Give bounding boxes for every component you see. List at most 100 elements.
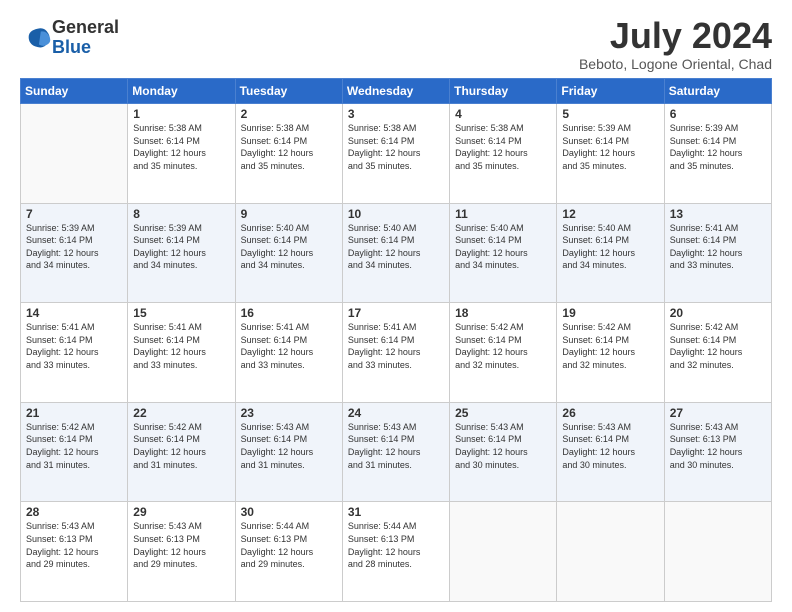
- day-info: Sunrise: 5:43 AM Sunset: 6:13 PM Dayligh…: [670, 421, 766, 471]
- day-info: Sunrise: 5:41 AM Sunset: 6:14 PM Dayligh…: [26, 321, 122, 371]
- calendar-cell: 9Sunrise: 5:40 AM Sunset: 6:14 PM Daylig…: [235, 203, 342, 303]
- calendar-cell: 5Sunrise: 5:39 AM Sunset: 6:14 PM Daylig…: [557, 104, 664, 204]
- day-info: Sunrise: 5:40 AM Sunset: 6:14 PM Dayligh…: [455, 222, 551, 272]
- header: General Blue July 2024 Beboto, Logone Or…: [20, 18, 772, 72]
- day-number: 26: [562, 406, 658, 420]
- day-number: 27: [670, 406, 766, 420]
- day-number: 23: [241, 406, 337, 420]
- calendar-cell: 18Sunrise: 5:42 AM Sunset: 6:14 PM Dayli…: [450, 303, 557, 403]
- calendar-cell: 8Sunrise: 5:39 AM Sunset: 6:14 PM Daylig…: [128, 203, 235, 303]
- calendar-cell: 17Sunrise: 5:41 AM Sunset: 6:14 PM Dayli…: [342, 303, 449, 403]
- calendar-cell: 14Sunrise: 5:41 AM Sunset: 6:14 PM Dayli…: [21, 303, 128, 403]
- day-number: 25: [455, 406, 551, 420]
- calendar-cell: 26Sunrise: 5:43 AM Sunset: 6:14 PM Dayli…: [557, 402, 664, 502]
- day-number: 24: [348, 406, 444, 420]
- day-info: Sunrise: 5:43 AM Sunset: 6:14 PM Dayligh…: [455, 421, 551, 471]
- calendar-cell: 15Sunrise: 5:41 AM Sunset: 6:14 PM Dayli…: [128, 303, 235, 403]
- calendar-cell: 1Sunrise: 5:38 AM Sunset: 6:14 PM Daylig…: [128, 104, 235, 204]
- logo-text: General Blue: [52, 18, 119, 58]
- day-info: Sunrise: 5:40 AM Sunset: 6:14 PM Dayligh…: [562, 222, 658, 272]
- day-info: Sunrise: 5:42 AM Sunset: 6:14 PM Dayligh…: [26, 421, 122, 471]
- calendar-cell: 21Sunrise: 5:42 AM Sunset: 6:14 PM Dayli…: [21, 402, 128, 502]
- day-number: 19: [562, 306, 658, 320]
- day-number: 13: [670, 207, 766, 221]
- calendar-cell: 13Sunrise: 5:41 AM Sunset: 6:14 PM Dayli…: [664, 203, 771, 303]
- calendar-week-row: 14Sunrise: 5:41 AM Sunset: 6:14 PM Dayli…: [21, 303, 772, 403]
- day-number: 3: [348, 107, 444, 121]
- day-number: 29: [133, 505, 229, 519]
- calendar-cell: 12Sunrise: 5:40 AM Sunset: 6:14 PM Dayli…: [557, 203, 664, 303]
- day-info: Sunrise: 5:38 AM Sunset: 6:14 PM Dayligh…: [455, 122, 551, 172]
- calendar-week-row: 7Sunrise: 5:39 AM Sunset: 6:14 PM Daylig…: [21, 203, 772, 303]
- calendar-cell: [557, 502, 664, 602]
- calendar-cell: 22Sunrise: 5:42 AM Sunset: 6:14 PM Dayli…: [128, 402, 235, 502]
- calendar-header-row: SundayMondayTuesdayWednesdayThursdayFrid…: [21, 79, 772, 104]
- page: General Blue July 2024 Beboto, Logone Or…: [0, 0, 792, 612]
- day-info: Sunrise: 5:44 AM Sunset: 6:13 PM Dayligh…: [241, 520, 337, 570]
- logo-icon: [24, 24, 52, 52]
- day-number: 22: [133, 406, 229, 420]
- day-header-wednesday: Wednesday: [342, 79, 449, 104]
- day-number: 11: [455, 207, 551, 221]
- calendar-cell: 4Sunrise: 5:38 AM Sunset: 6:14 PM Daylig…: [450, 104, 557, 204]
- calendar-cell: 16Sunrise: 5:41 AM Sunset: 6:14 PM Dayli…: [235, 303, 342, 403]
- calendar-cell: 20Sunrise: 5:42 AM Sunset: 6:14 PM Dayli…: [664, 303, 771, 403]
- day-info: Sunrise: 5:43 AM Sunset: 6:14 PM Dayligh…: [562, 421, 658, 471]
- day-info: Sunrise: 5:39 AM Sunset: 6:14 PM Dayligh…: [562, 122, 658, 172]
- day-number: 20: [670, 306, 766, 320]
- calendar-cell: 23Sunrise: 5:43 AM Sunset: 6:14 PM Dayli…: [235, 402, 342, 502]
- calendar-cell: 2Sunrise: 5:38 AM Sunset: 6:14 PM Daylig…: [235, 104, 342, 204]
- day-info: Sunrise: 5:41 AM Sunset: 6:14 PM Dayligh…: [133, 321, 229, 371]
- day-number: 2: [241, 107, 337, 121]
- calendar-cell: 29Sunrise: 5:43 AM Sunset: 6:13 PM Dayli…: [128, 502, 235, 602]
- calendar-cell: 3Sunrise: 5:38 AM Sunset: 6:14 PM Daylig…: [342, 104, 449, 204]
- logo: General Blue: [20, 18, 119, 58]
- day-info: Sunrise: 5:39 AM Sunset: 6:14 PM Dayligh…: [26, 222, 122, 272]
- calendar-week-row: 21Sunrise: 5:42 AM Sunset: 6:14 PM Dayli…: [21, 402, 772, 502]
- day-info: Sunrise: 5:42 AM Sunset: 6:14 PM Dayligh…: [670, 321, 766, 371]
- day-number: 14: [26, 306, 122, 320]
- day-header-monday: Monday: [128, 79, 235, 104]
- day-info: Sunrise: 5:42 AM Sunset: 6:14 PM Dayligh…: [455, 321, 551, 371]
- calendar-cell: [450, 502, 557, 602]
- day-header-friday: Friday: [557, 79, 664, 104]
- day-number: 15: [133, 306, 229, 320]
- day-number: 6: [670, 107, 766, 121]
- day-info: Sunrise: 5:38 AM Sunset: 6:14 PM Dayligh…: [241, 122, 337, 172]
- day-number: 31: [348, 505, 444, 519]
- day-info: Sunrise: 5:40 AM Sunset: 6:14 PM Dayligh…: [348, 222, 444, 272]
- logo-blue: Blue: [52, 38, 119, 58]
- calendar-week-row: 1 Sunrise: 5:38 AM Sunset: 6:14 PM Daylig…: [21, 104, 772, 204]
- month-title: July 2024: [579, 18, 772, 54]
- day-header-saturday: Saturday: [664, 79, 771, 104]
- calendar-cell: 24Sunrise: 5:43 AM Sunset: 6:14 PM Dayli…: [342, 402, 449, 502]
- calendar-cell: 28Sunrise: 5:43 AM Sunset: 6:13 PM Dayli…: [21, 502, 128, 602]
- calendar: SundayMondayTuesdayWednesdayThursdayFrid…: [20, 78, 772, 602]
- day-info: Sunrise: 5:43 AM Sunset: 6:13 PM Dayligh…: [26, 520, 122, 570]
- day-info: Sunrise: 5:38 AM Sunset: 6:14 PM Dayligh…: [348, 122, 444, 172]
- calendar-week-row: 28Sunrise: 5:43 AM Sunset: 6:13 PM Dayli…: [21, 502, 772, 602]
- day-info: Sunrise: 5:41 AM Sunset: 6:14 PM Dayligh…: [241, 321, 337, 371]
- calendar-cell: 27Sunrise: 5:43 AM Sunset: 6:13 PM Dayli…: [664, 402, 771, 502]
- day-header-thursday: Thursday: [450, 79, 557, 104]
- calendar-cell: 25Sunrise: 5:43 AM Sunset: 6:14 PM Dayli…: [450, 402, 557, 502]
- day-info: Sunrise: 5:41 AM Sunset: 6:14 PM Dayligh…: [670, 222, 766, 272]
- calendar-cell: 11Sunrise: 5:40 AM Sunset: 6:14 PM Dayli…: [450, 203, 557, 303]
- day-number: 5: [562, 107, 658, 121]
- day-info: Sunrise: 5:44 AM Sunset: 6:13 PM Dayligh…: [348, 520, 444, 570]
- location: Beboto, Logone Oriental, Chad: [579, 56, 772, 72]
- day-info: Sunrise: 5:43 AM Sunset: 6:13 PM Dayligh…: [133, 520, 229, 570]
- day-info: Sunrise: 5:43 AM Sunset: 6:14 PM Dayligh…: [348, 421, 444, 471]
- calendar-cell: [664, 502, 771, 602]
- day-info: Sunrise: 5:40 AM Sunset: 6:14 PM Dayligh…: [241, 222, 337, 272]
- day-number: 7: [26, 207, 122, 221]
- day-number: 1: [133, 107, 229, 121]
- day-number: 12: [562, 207, 658, 221]
- day-number: 30: [241, 505, 337, 519]
- day-info: Sunrise: 5:41 AM Sunset: 6:14 PM Dayligh…: [348, 321, 444, 371]
- day-info: Sunrise: 5:42 AM Sunset: 6:14 PM Dayligh…: [562, 321, 658, 371]
- calendar-cell: 31Sunrise: 5:44 AM Sunset: 6:13 PM Dayli…: [342, 502, 449, 602]
- day-number: 4: [455, 107, 551, 121]
- day-number: 8: [133, 207, 229, 221]
- day-header-sunday: Sunday: [21, 79, 128, 104]
